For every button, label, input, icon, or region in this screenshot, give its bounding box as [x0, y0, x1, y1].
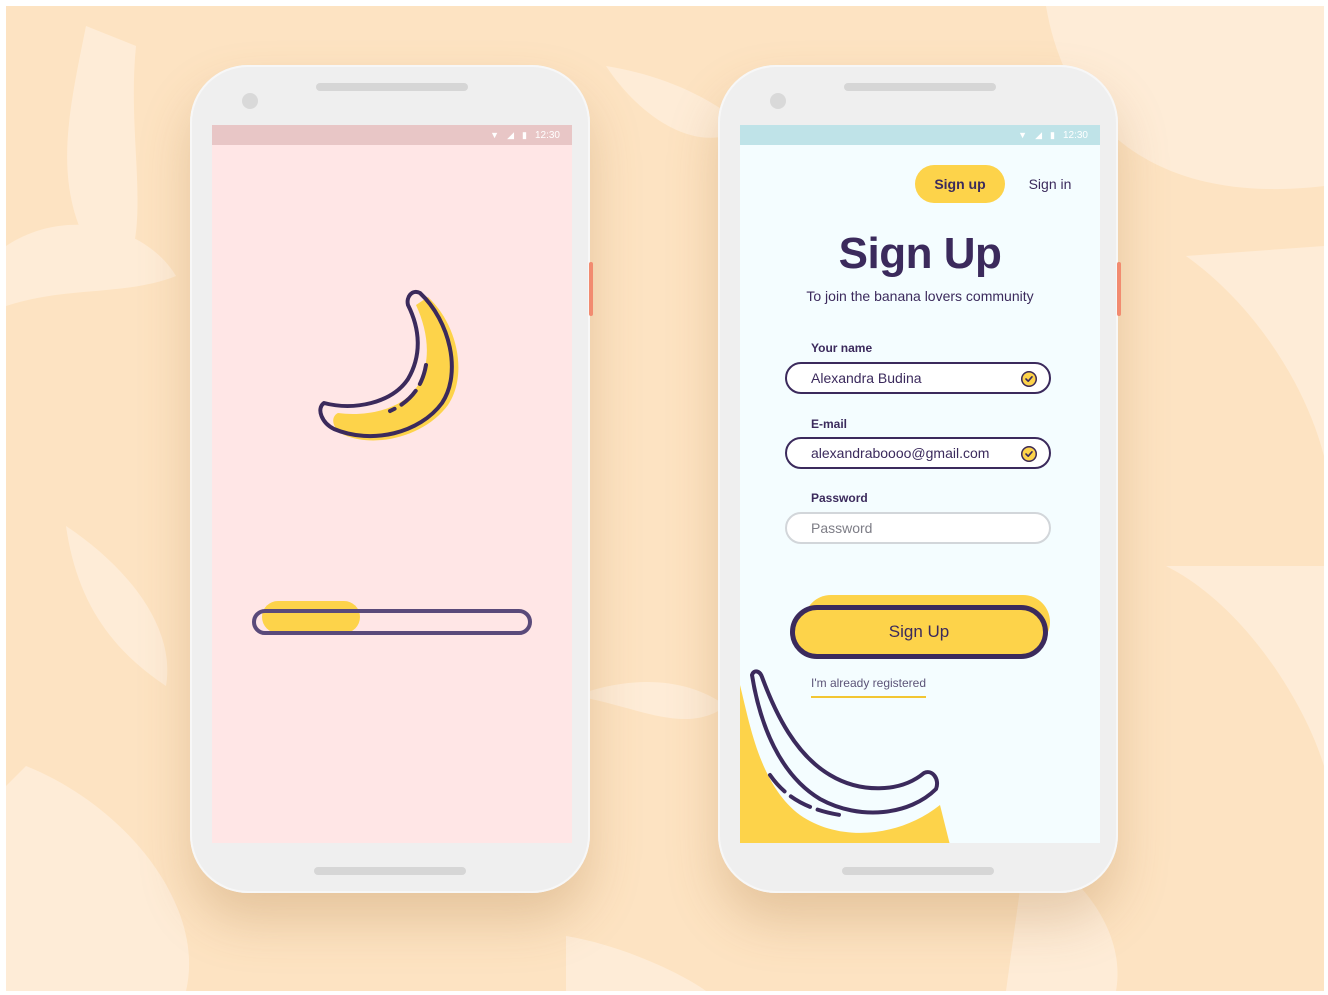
sign-up-button[interactable]: Sign Up — [790, 605, 1048, 659]
home-indicator — [314, 867, 466, 875]
page-subtitle: To join the banana lovers community — [806, 288, 1034, 304]
status-time: 12:30 — [1062, 129, 1088, 141]
status-time: 12:30 — [534, 129, 560, 141]
battery-icon: ▮ — [1050, 129, 1055, 140]
password-label: Password — [811, 491, 868, 505]
tab-sign-up[interactable]: Sign up — [915, 165, 1005, 203]
check-icon — [1021, 371, 1037, 387]
email-value: alexandraboooo@gmail.com — [811, 445, 990, 461]
wifi-icon: ▼ — [1018, 130, 1028, 140]
progress-bar — [252, 601, 536, 635]
signal-icon: ◢ — [507, 129, 515, 140]
status-bar: ▼ ◢ ▮ 12:30 — [212, 125, 572, 145]
loading-screen: ▼ ◢ ▮ 12:30 — [212, 125, 572, 843]
front-camera — [770, 93, 786, 109]
signup-button-wrap: Sign Up — [790, 593, 1052, 663]
battery-icon: ▮ — [522, 129, 527, 140]
check-icon — [1021, 446, 1037, 462]
speaker-grill — [316, 83, 468, 91]
auth-tabs: Sign up Sign in — [740, 165, 1100, 205]
banana-decoration-icon — [740, 669, 950, 843]
name-field[interactable]: Alexandra Budina — [785, 362, 1051, 394]
signup-screen: ▼ ◢ ▮ 12:30 Sign up Sign in Sign Up To j… — [740, 125, 1100, 843]
wifi-icon: ▼ — [490, 130, 500, 140]
home-indicator — [842, 867, 994, 875]
email-field[interactable]: alexandraboooo@gmail.com — [785, 437, 1051, 469]
password-field[interactable]: Password — [785, 512, 1051, 544]
progress-track — [252, 609, 532, 635]
speaker-grill — [844, 83, 996, 91]
status-bar: ▼ ◢ ▮ 12:30 — [740, 125, 1100, 145]
power-button — [589, 262, 593, 316]
name-value: Alexandra Budina — [811, 370, 922, 386]
page-title: Sign Up — [838, 229, 1002, 278]
tab-sign-in[interactable]: Sign in — [1020, 165, 1080, 203]
phone-signup: ▼ ◢ ▮ 12:30 Sign up Sign in Sign Up To j… — [718, 65, 1121, 893]
name-label: Your name — [811, 341, 873, 355]
email-label: E-mail — [811, 417, 848, 431]
front-camera — [242, 93, 258, 109]
phone-loading: ▼ ◢ ▮ 12:30 — [190, 65, 593, 893]
power-button — [1117, 262, 1121, 316]
password-placeholder: Password — [811, 520, 873, 536]
banana-logo-icon — [318, 290, 459, 441]
signal-icon: ◢ — [1035, 129, 1043, 140]
